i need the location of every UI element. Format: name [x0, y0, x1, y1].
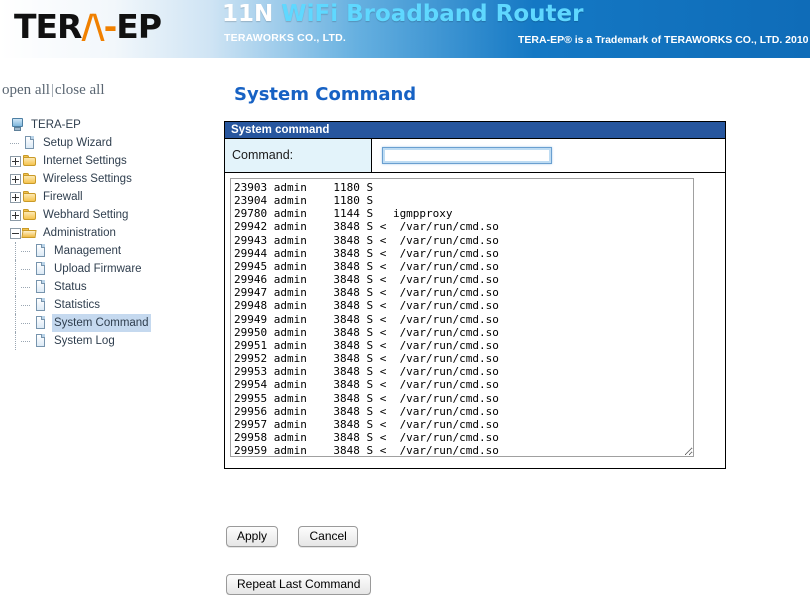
page-title: System Command	[234, 84, 417, 105]
banner-title-prefix: 11N	[222, 1, 282, 27]
navigation-tree: TERA-EP Setup Wizard Internet Settings Wire…	[10, 116, 218, 350]
expand-icon[interactable]	[10, 155, 21, 167]
sidebar-item-label: Wireless Settings	[43, 173, 132, 185]
main-content: System Command System command Command: 2…	[218, 58, 810, 595]
expand-icon[interactable]	[10, 173, 21, 185]
sidebar-item-label: Management	[54, 245, 122, 257]
tree-connector-icon	[21, 246, 32, 257]
sidebar-item-label: Administration	[43, 227, 116, 239]
collapse-icon[interactable]	[10, 227, 21, 239]
sidebar-item-label: Webhard Setting	[43, 209, 129, 221]
page-icon	[33, 298, 48, 312]
sidebar-item-tera-ep[interactable]: TERA-EP	[10, 116, 218, 134]
sidebar-item-label: System Command	[52, 314, 151, 332]
tree-guide-line	[10, 314, 21, 332]
sidebar-item-label: Internet Settings	[43, 155, 127, 167]
command-row: Command:	[225, 139, 725, 173]
computer-icon	[10, 118, 25, 132]
sidebar-item-label: Firewall	[43, 191, 83, 203]
sidebar-item-label: Upload Firmware	[54, 263, 142, 275]
sidebar-item-label: TERA-EP	[31, 119, 81, 131]
sidebar-item-statistics[interactable]: Statistics	[10, 296, 218, 314]
folder-open-icon	[22, 226, 37, 240]
sidebar-item-label: Status	[54, 281, 87, 293]
tree-connector-icon	[10, 138, 21, 149]
sidebar-item-wireless-settings[interactable]: Wireless Settings	[10, 170, 218, 188]
panel-header-title: System command	[225, 122, 725, 139]
tree-connector-icon	[21, 264, 32, 275]
expand-icon[interactable]	[10, 209, 21, 221]
apply-button[interactable]: Apply	[226, 526, 279, 547]
banner-title-rest: WiFi Broadband Router	[281, 1, 584, 27]
tree-guide-line	[10, 296, 21, 314]
folder-icon	[22, 190, 37, 204]
cancel-button[interactable]: Cancel	[298, 526, 358, 547]
page-icon	[33, 262, 48, 276]
tree-connector-icon	[21, 300, 32, 311]
secondary-button-row: Repeat Last Command	[226, 574, 372, 595]
sidebar-item-administration[interactable]: Administration	[10, 224, 218, 242]
tree-guide-line	[10, 260, 21, 278]
banner-subtitle: TERAWORKS CO., LTD.	[224, 32, 347, 44]
sidebar-item-setup-wizard[interactable]: Setup Wizard	[10, 134, 218, 152]
sidebar-item-management[interactable]: Management	[10, 242, 218, 260]
folder-icon	[22, 154, 37, 168]
sidebar-item-label: Setup Wizard	[43, 137, 113, 149]
sidebar-item-label: Statistics	[54, 299, 101, 311]
repeat-last-command-button[interactable]: Repeat Last Command	[226, 574, 372, 595]
sidebar-item-firewall[interactable]: Firewall	[10, 188, 218, 206]
page-icon	[33, 334, 48, 348]
page-icon	[33, 244, 48, 258]
page-icon	[33, 280, 48, 294]
primary-button-row: Apply Cancel	[226, 526, 358, 547]
tree-connector-icon	[21, 318, 32, 329]
sidebar-item-label: System Log	[54, 335, 115, 347]
tree-guide-line	[10, 242, 21, 260]
tree-guide-line	[10, 332, 21, 350]
tree-connector-icon	[21, 282, 32, 293]
page-icon	[33, 316, 48, 330]
command-output-row: 23903 admin 1180 S 23904 admin 1180 S 29…	[225, 173, 725, 468]
sidebar-item-system-command[interactable]: System Command	[10, 314, 218, 332]
folder-icon	[22, 172, 37, 186]
page-icon	[22, 136, 37, 150]
close-all-link[interactable]: close all	[55, 82, 105, 98]
command-output-textarea[interactable]: 23903 admin 1180 S 23904 admin 1180 S 29…	[230, 178, 694, 457]
tree-connector-icon	[21, 336, 32, 347]
banner-title: 11N WiFi Broadband Router	[222, 1, 583, 27]
brand-logo: TER/\-EP	[14, 6, 214, 48]
folder-icon	[22, 208, 37, 222]
command-input-cell	[372, 139, 725, 172]
command-input[interactable]	[382, 147, 552, 164]
command-label: Command:	[225, 139, 372, 172]
open-all-link[interactable]: open all	[2, 82, 50, 98]
system-command-panel: System command Command: 23903 admin 1180…	[224, 121, 726, 469]
sidebar-item-status[interactable]: Status	[10, 278, 218, 296]
sidebar-item-upload-firmware[interactable]: Upload Firmware	[10, 260, 218, 278]
sidebar-item-internet-settings[interactable]: Internet Settings	[10, 152, 218, 170]
tree-guide-line	[10, 278, 21, 296]
tree-controls: open all|close all	[2, 82, 105, 99]
site-header: TER/\-EP 11N WiFi Broadband Router TERAW…	[0, 0, 810, 58]
banner-trademark: TERA-EP® is a Trademark of TERAWORKS CO.…	[518, 34, 809, 46]
sidebar: open all|close all TERA-EP Setup Wizard In…	[0, 58, 218, 565]
sidebar-item-system-log[interactable]: System Log	[10, 332, 218, 350]
expand-icon[interactable]	[10, 191, 21, 203]
sidebar-item-webhard-setting[interactable]: Webhard Setting	[10, 206, 218, 224]
logo-wordmark: TER/\-EP	[14, 7, 162, 46]
